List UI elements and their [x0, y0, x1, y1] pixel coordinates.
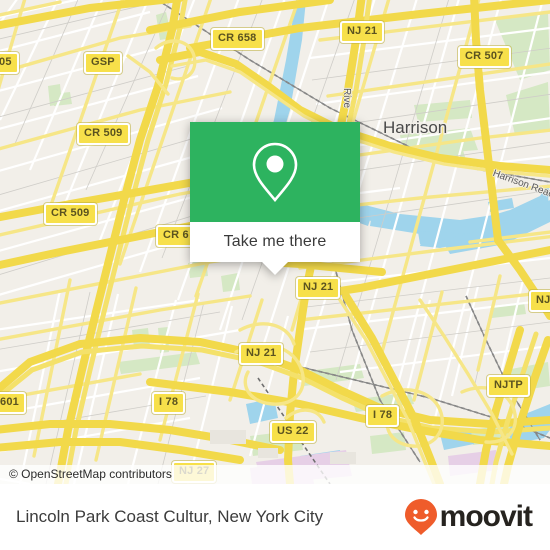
road-shield: 601 [0, 392, 26, 414]
water-label-river: Rive [341, 88, 352, 109]
road-shield: I 78 [366, 405, 400, 427]
road-shield: 05 [0, 52, 19, 74]
map-attribution: © OpenStreetMap contributors [0, 465, 550, 484]
location-popup-card[interactable]: Take me there [190, 122, 360, 275]
road-shield: US 22 [270, 421, 316, 443]
road-shield: I 78 [152, 392, 186, 414]
road-shield: NJ 21 [239, 343, 284, 365]
place-label-harrison: Harrison [383, 118, 448, 137]
moovit-brand: moovit [404, 498, 533, 536]
road-shield: CR 509 [77, 123, 130, 145]
moovit-wordmark: moovit [439, 500, 533, 533]
road-shield: CR 509 [44, 203, 97, 225]
road-shield: NJ [529, 290, 550, 312]
map-canvas[interactable]: .blk { fill:none; stroke:#cfcdc8; stroke… [0, 0, 550, 484]
popup-image-area [190, 122, 360, 222]
map-pin-icon [252, 142, 298, 203]
bottom-info-bar: Lincoln Park Coast Cultur, New York City… [0, 484, 550, 550]
road-shield: GSP [84, 52, 122, 74]
take-me-there-label: Take me there [223, 233, 327, 250]
road-shield: CR 658 [211, 28, 264, 50]
road-shield: NJ 21 [296, 277, 341, 299]
popup-cta-bar[interactable]: Take me there [190, 222, 360, 262]
road-shield: NJTP [487, 375, 530, 397]
road-shield: NJ 21 [340, 21, 385, 43]
popup-pointer-arrow [262, 262, 288, 275]
road-shield: CR 507 [458, 46, 511, 68]
moovit-pin-smiley-icon [404, 499, 437, 535]
place-name-label: Lincoln Park Coast Cultur, New York City [16, 507, 324, 526]
map-screen: .blk { fill:none; stroke:#cfcdc8; stroke… [0, 0, 550, 550]
